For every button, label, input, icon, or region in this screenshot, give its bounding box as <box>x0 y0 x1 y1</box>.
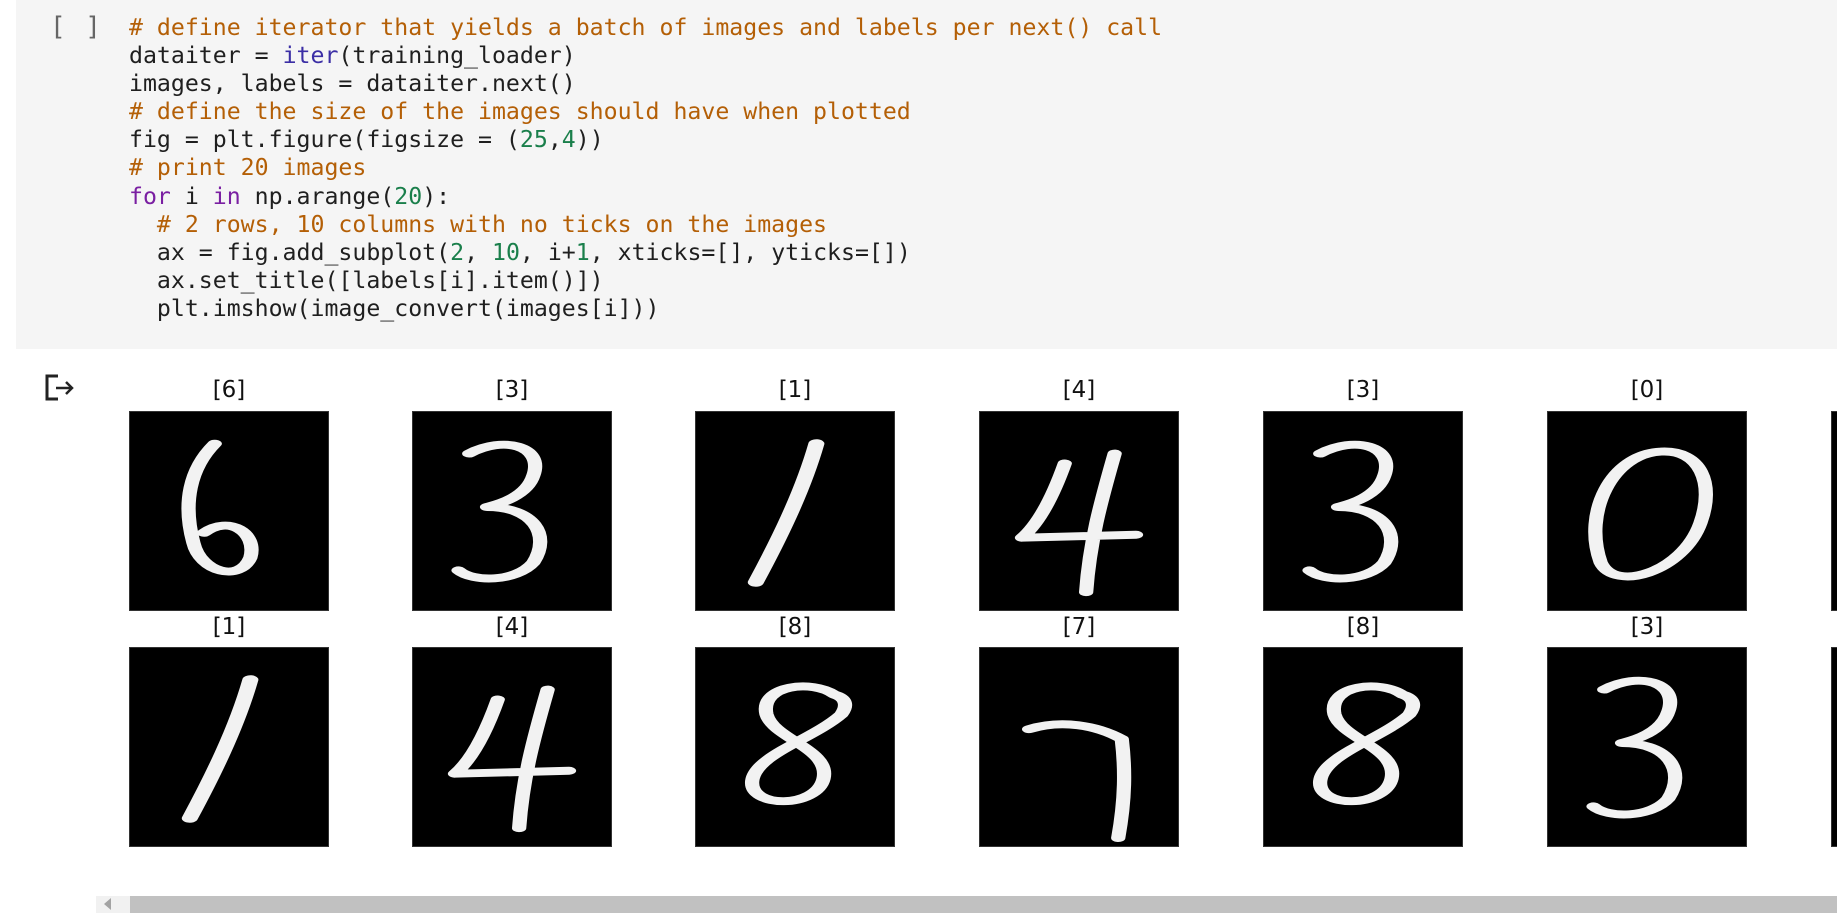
subplot-title: [3] <box>495 377 529 403</box>
code-token: )) <box>575 126 604 154</box>
subplot-title: [0] <box>1630 377 1664 403</box>
code-token: dataiter = <box>129 42 283 70</box>
digit-4-stroke <box>447 685 577 833</box>
code-token: ): <box>422 182 451 210</box>
digit-0-stroke <box>1588 447 1713 581</box>
digit-image <box>1547 647 1747 847</box>
subplot-title: [1] <box>778 377 812 403</box>
digit-image <box>979 647 1179 847</box>
code-token: plt.imshow(image_convert(images[i])) <box>129 294 660 322</box>
cell-run-indicator[interactable]: [ ] <box>50 12 103 42</box>
subplot-title: [4] <box>1062 377 1096 403</box>
code-line[interactable]: ax.set_title([labels[i].item()]) <box>129 267 1162 295</box>
code-token: for <box>129 182 171 210</box>
digit-1-stroke <box>747 439 825 587</box>
code-line[interactable]: # define iterator that yields a batch of… <box>129 14 1162 42</box>
code-cell[interactable]: [ ] # define iterator that yields a batc… <box>16 0 1837 349</box>
code-token: images, labels = dataiter.next() <box>129 70 576 98</box>
code-token: , xticks=[], yticks=[]) <box>589 238 911 266</box>
code-token: 10 <box>491 238 520 266</box>
code-line[interactable]: for i in np.arange(20): <box>129 183 1162 211</box>
cell-output: [6] [3] [1] [4] [3] [0] [1] [4] [8] [7] [8] [3] <box>0 349 1837 913</box>
digit-image <box>695 647 895 847</box>
code-token: in <box>212 182 241 210</box>
digit-image-clipped <box>1831 411 1837 611</box>
code-token: , i+ <box>519 238 576 266</box>
digit-image <box>1263 647 1463 847</box>
scroll-left-arrow-icon[interactable] <box>104 898 111 910</box>
code-token: ax = fig.add_subplot( <box>129 238 451 266</box>
subplot-title: [1] <box>212 614 246 640</box>
digit-image-clipped <box>1831 647 1837 847</box>
code-token: 20 <box>394 182 423 210</box>
code-line[interactable]: fig = plt.figure(figsize = (25,4)) <box>129 126 1162 154</box>
code-line[interactable]: images, labels = dataiter.next() <box>129 70 1162 98</box>
code-line[interactable]: dataiter = iter(training_loader) <box>129 42 1162 70</box>
digit-image <box>412 411 612 611</box>
digit-3-stroke <box>1302 440 1399 583</box>
digit-3-stroke <box>451 440 548 583</box>
code-token: # define iterator that yields a batch of… <box>129 14 1163 41</box>
code-token: , <box>464 238 492 266</box>
digit-8-stroke <box>1313 682 1421 806</box>
subplot-title: [7] <box>1062 614 1096 640</box>
digit-image <box>1547 411 1747 611</box>
digit-3-stroke <box>1586 676 1683 819</box>
digit-image <box>979 411 1179 611</box>
digit-6-stroke <box>181 439 259 576</box>
digit-image <box>129 411 329 611</box>
subplot-title: [6] <box>212 377 246 403</box>
code-token: (training_loader) <box>338 42 576 70</box>
code-token: 4 <box>561 126 576 154</box>
subplot-title: [3] <box>1630 614 1664 640</box>
code-token: 2 <box>450 238 465 266</box>
subplot-title: [8] <box>1346 614 1380 640</box>
digit-4-stroke <box>1014 449 1144 597</box>
code-token: # define the size of the images should h… <box>129 98 911 126</box>
scrollbar-thumb[interactable] <box>130 896 1837 913</box>
digit-image <box>412 647 612 847</box>
code-line[interactable]: # 2 rows, 10 columns with no ticks on th… <box>129 211 1162 239</box>
digit-7-stroke <box>1021 720 1132 843</box>
code-token: fig = plt.figure(figsize = ( <box>129 126 520 154</box>
output-horizontal-scrollbar[interactable] <box>96 896 1837 913</box>
code-token: np.arange( <box>240 182 395 210</box>
code-line[interactable]: ax = fig.add_subplot(2, 10, i+1, xticks=… <box>129 239 1162 267</box>
subplot-title: [3] <box>1346 377 1380 403</box>
digit-image <box>1263 411 1463 611</box>
code-token: # 2 rows, 10 columns with no ticks on th… <box>156 210 828 238</box>
code-token: # print 20 images <box>129 154 367 182</box>
digit-8-stroke <box>745 682 853 806</box>
subplot-title: [4] <box>495 614 529 640</box>
code-token: i <box>170 182 213 210</box>
code-line[interactable]: # print 20 images <box>129 154 1162 182</box>
digit-image <box>695 411 895 611</box>
code-line[interactable]: plt.imshow(image_convert(images[i])) <box>129 295 1162 323</box>
code-token: 25 <box>519 126 548 154</box>
code-editor[interactable]: # define iterator that yields a batch of… <box>129 14 1162 323</box>
code-token: , <box>547 126 562 154</box>
digit-image <box>129 647 329 847</box>
digit-1-stroke <box>181 675 259 823</box>
code-line[interactable]: # define the size of the images should h… <box>129 98 1162 126</box>
code-token: ax.set_title([labels[i].item()]) <box>129 266 604 294</box>
code-token: 1 <box>575 238 590 266</box>
code-token: iter <box>282 42 339 70</box>
subplot-title: [8] <box>778 614 812 640</box>
output-redirect-icon[interactable] <box>44 373 76 403</box>
